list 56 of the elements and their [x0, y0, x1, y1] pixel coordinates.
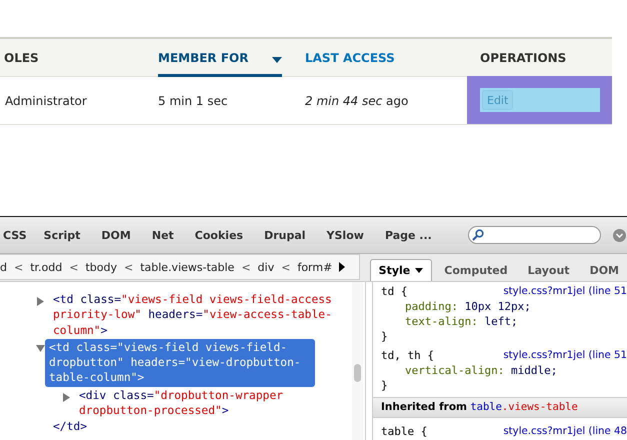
caret-icon[interactable] — [415, 268, 424, 273]
css-declaration: padding: 10px 12px; — [404, 299, 532, 314]
column-header: OLES — [4, 50, 39, 64]
breadcrumb-item[interactable]: tbody — [85, 260, 117, 274]
collapsed-triangle-icon[interactable] — [62, 392, 71, 402]
panel-tab[interactable]: Cookies — [192, 228, 252, 242]
dropdown-circle-icon[interactable] — [613, 228, 626, 242]
source-link[interactable]: style.css?mr1jel (line 48 — [503, 424, 627, 439]
search-icon — [472, 229, 484, 241]
css-selector: td { — [381, 284, 408, 299]
panel-tab[interactable]: Script — [40, 228, 90, 242]
search-field[interactable] — [468, 226, 601, 244]
css-declaration: text-align: left; — [404, 314, 519, 329]
side-tab[interactable]: Computed — [436, 260, 516, 281]
panel-tab[interactable]: YSlow — [324, 228, 373, 242]
panel-tab[interactable]: CSS — [0, 228, 36, 242]
code-line[interactable]: </td> — [36, 419, 365, 435]
css-brace: } — [381, 378, 389, 393]
inherited-header: Inherited from table.views-table — [373, 397, 627, 418]
element-node[interactable]: <td class="views-field views-field-access priority-low" headers="view-access-table- column"> — [49, 292, 338, 338]
css-declaration: vertical-align: middle; — [404, 363, 558, 378]
side-tab[interactable]: Layout — [520, 260, 578, 281]
element-node[interactable]: <div class="dropbutton-wrapper dropbutton-processed"> — [75, 388, 290, 418]
breadcrumb-separator: < — [241, 260, 251, 274]
css-brace: } — [381, 329, 389, 344]
css-selector: table { — [381, 424, 428, 439]
column-header[interactable]: MEMBER FOR — [158, 50, 248, 64]
collapsed-triangle-icon[interactable] — [36, 297, 45, 306]
breadcrumb-separator: < — [124, 260, 134, 274]
breadcrumb-item[interactable]: div — [258, 260, 274, 274]
selected-element-node[interactable]: <td class="views-field views-field- dropbutton" headers="view-dropbutton- table-column"> — [45, 338, 315, 387]
breadcrumb-separator: < — [69, 260, 78, 274]
panel-tab[interactable]: Drupal — [261, 228, 315, 242]
table-cell: 2 min 44 sec ago — [305, 94, 408, 108]
source-link[interactable]: style.css?mr1jel (line 51 — [503, 348, 627, 363]
breadcrumb-separator: < — [14, 260, 24, 274]
css-selector: td, th { — [381, 348, 434, 363]
panel-tab[interactable]: Page ... — [382, 228, 441, 242]
source-link[interactable]: style.css?mr1jel (line 51 — [503, 284, 627, 299]
breadcrumb-separator: < — [281, 260, 290, 274]
panel-tab[interactable]: Net — [148, 228, 183, 242]
scrollbar[interactable] — [352, 282, 363, 440]
expanded-triangle-icon[interactable] — [36, 344, 45, 353]
table-cell: 5 min 1 sec — [158, 94, 228, 108]
panel-tab[interactable]: DOM — [98, 228, 140, 242]
column-header[interactable]: LAST ACCESS — [305, 50, 395, 64]
column-header: OPERATIONS — [480, 50, 566, 64]
breadcrumb-item[interactable]: table.views-table — [140, 260, 234, 274]
sort-caret-icon[interactable] — [272, 57, 282, 63]
table-cell: Administrator — [4, 94, 87, 108]
right-arrow-icon[interactable] — [339, 262, 346, 272]
side-tab[interactable]: Style — [370, 259, 432, 281]
breadcrumb-item[interactable]: form# — [297, 260, 332, 274]
breadcrumb-item[interactable]: tr.odd — [30, 260, 62, 274]
side-tab[interactable]: DOM — [582, 260, 627, 281]
breadcrumb-item[interactable]: d — [0, 260, 7, 274]
